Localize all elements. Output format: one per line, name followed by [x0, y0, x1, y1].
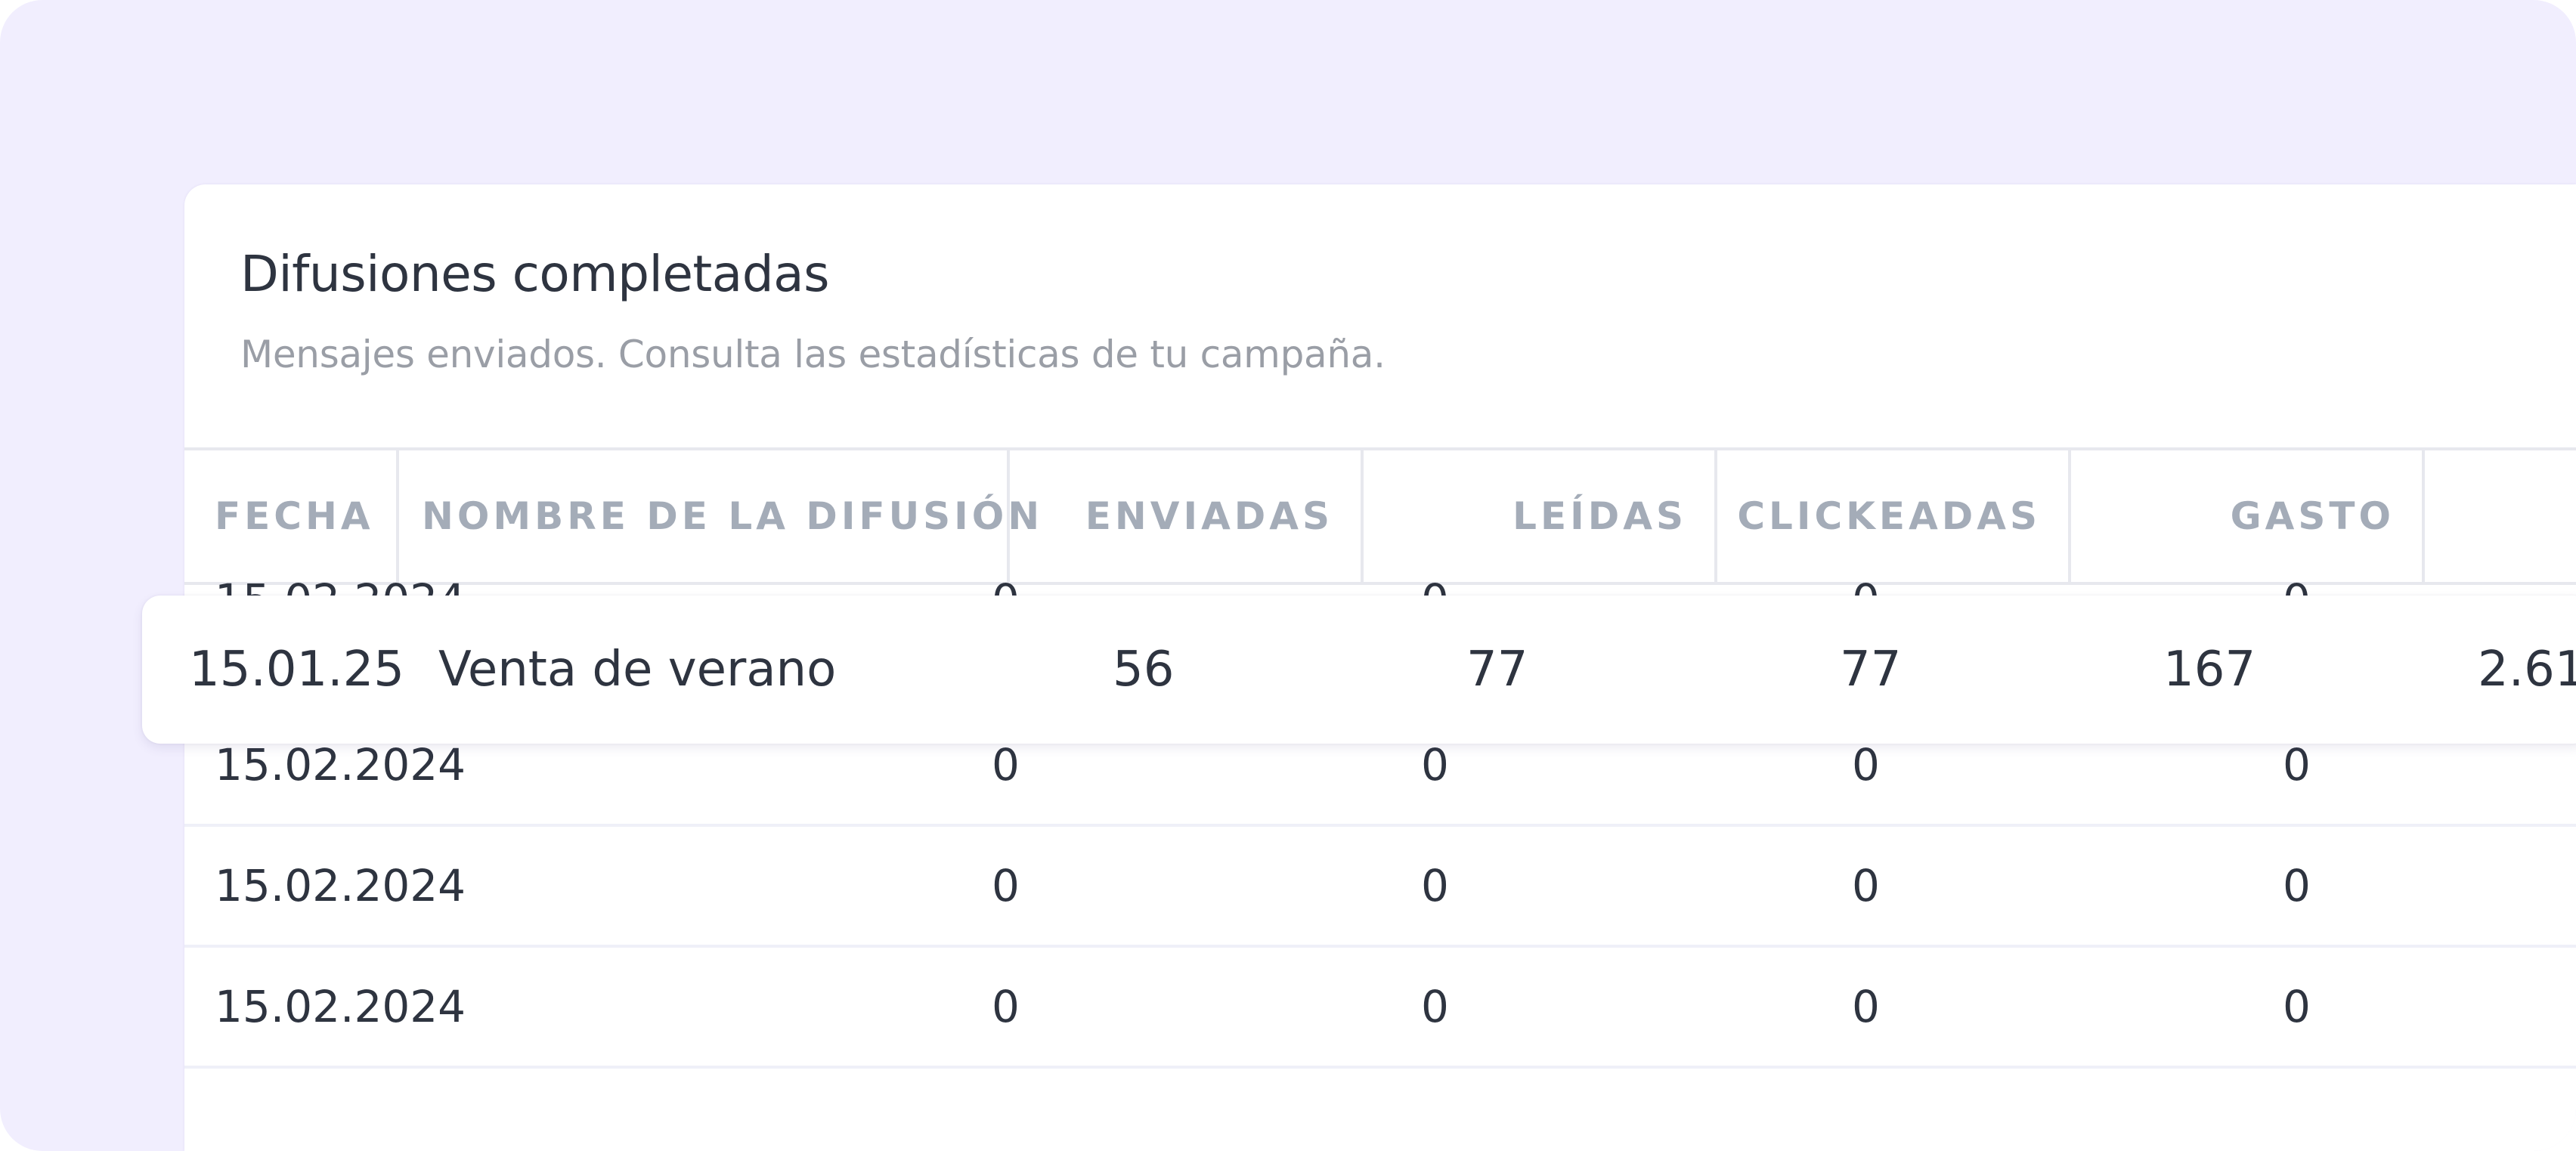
row-read: 0 — [1421, 981, 1449, 1032]
highlighted-row-sent: 56 — [1113, 642, 1175, 698]
column-header-sent[interactable]: ENVIADAS — [1010, 450, 1364, 582]
page-backdrop: Difusiones completadas Mensajes enviados… — [0, 0, 2576, 1151]
highlighted-row-read: 77 — [1466, 642, 1528, 698]
highlighted-row-spend: 167 — [2163, 642, 2256, 698]
highlighted-row-clicked: 77 — [1840, 642, 1902, 698]
highlighted-row-extra: 2.61 — [2478, 642, 2576, 698]
row-date: 15.02.2024 — [215, 860, 466, 911]
row-sent: 0 — [992, 860, 1020, 911]
column-header-clicked[interactable]: CLICKEADAS — [1717, 450, 2071, 582]
table-row[interactable]: 15.02.2024 0 0 0 0 — [184, 948, 2576, 1069]
column-header-name[interactable]: NOMBRE DE LA DIFUSIÓN — [399, 450, 1039, 582]
row-spend: 0 — [2283, 860, 2311, 911]
table-row[interactable]: 15.02.2024 0 0 0 0 — [184, 827, 2576, 948]
row-spend: 0 — [2283, 981, 2311, 1032]
card-subtitle: Mensajes enviados. Consulta las estadíst… — [240, 333, 1386, 376]
highlighted-row-date: 15.01.25 — [189, 642, 404, 698]
column-header-spend[interactable]: GASTO — [2071, 450, 2425, 582]
row-clicked: 0 — [1852, 981, 1880, 1032]
row-clicked: 0 — [1852, 860, 1880, 911]
highlighted-row-name: Venta de verano — [438, 642, 837, 698]
highlighted-table-row[interactable]: 15.01.25 Venta de verano 56 77 77 167 2.… — [142, 596, 2576, 744]
row-read: 0 — [1421, 860, 1449, 911]
column-header-extra — [2425, 450, 2576, 582]
card-title: Difusiones completadas — [240, 245, 829, 303]
table-header: FECHA NOMBRE DE LA DIFUSIÓN ENVIADAS LEÍ… — [184, 447, 2576, 585]
row-sent: 0 — [992, 981, 1020, 1032]
row-date: 15.02.2024 — [215, 981, 466, 1032]
column-header-read[interactable]: LEÍDAS — [1364, 450, 1717, 582]
